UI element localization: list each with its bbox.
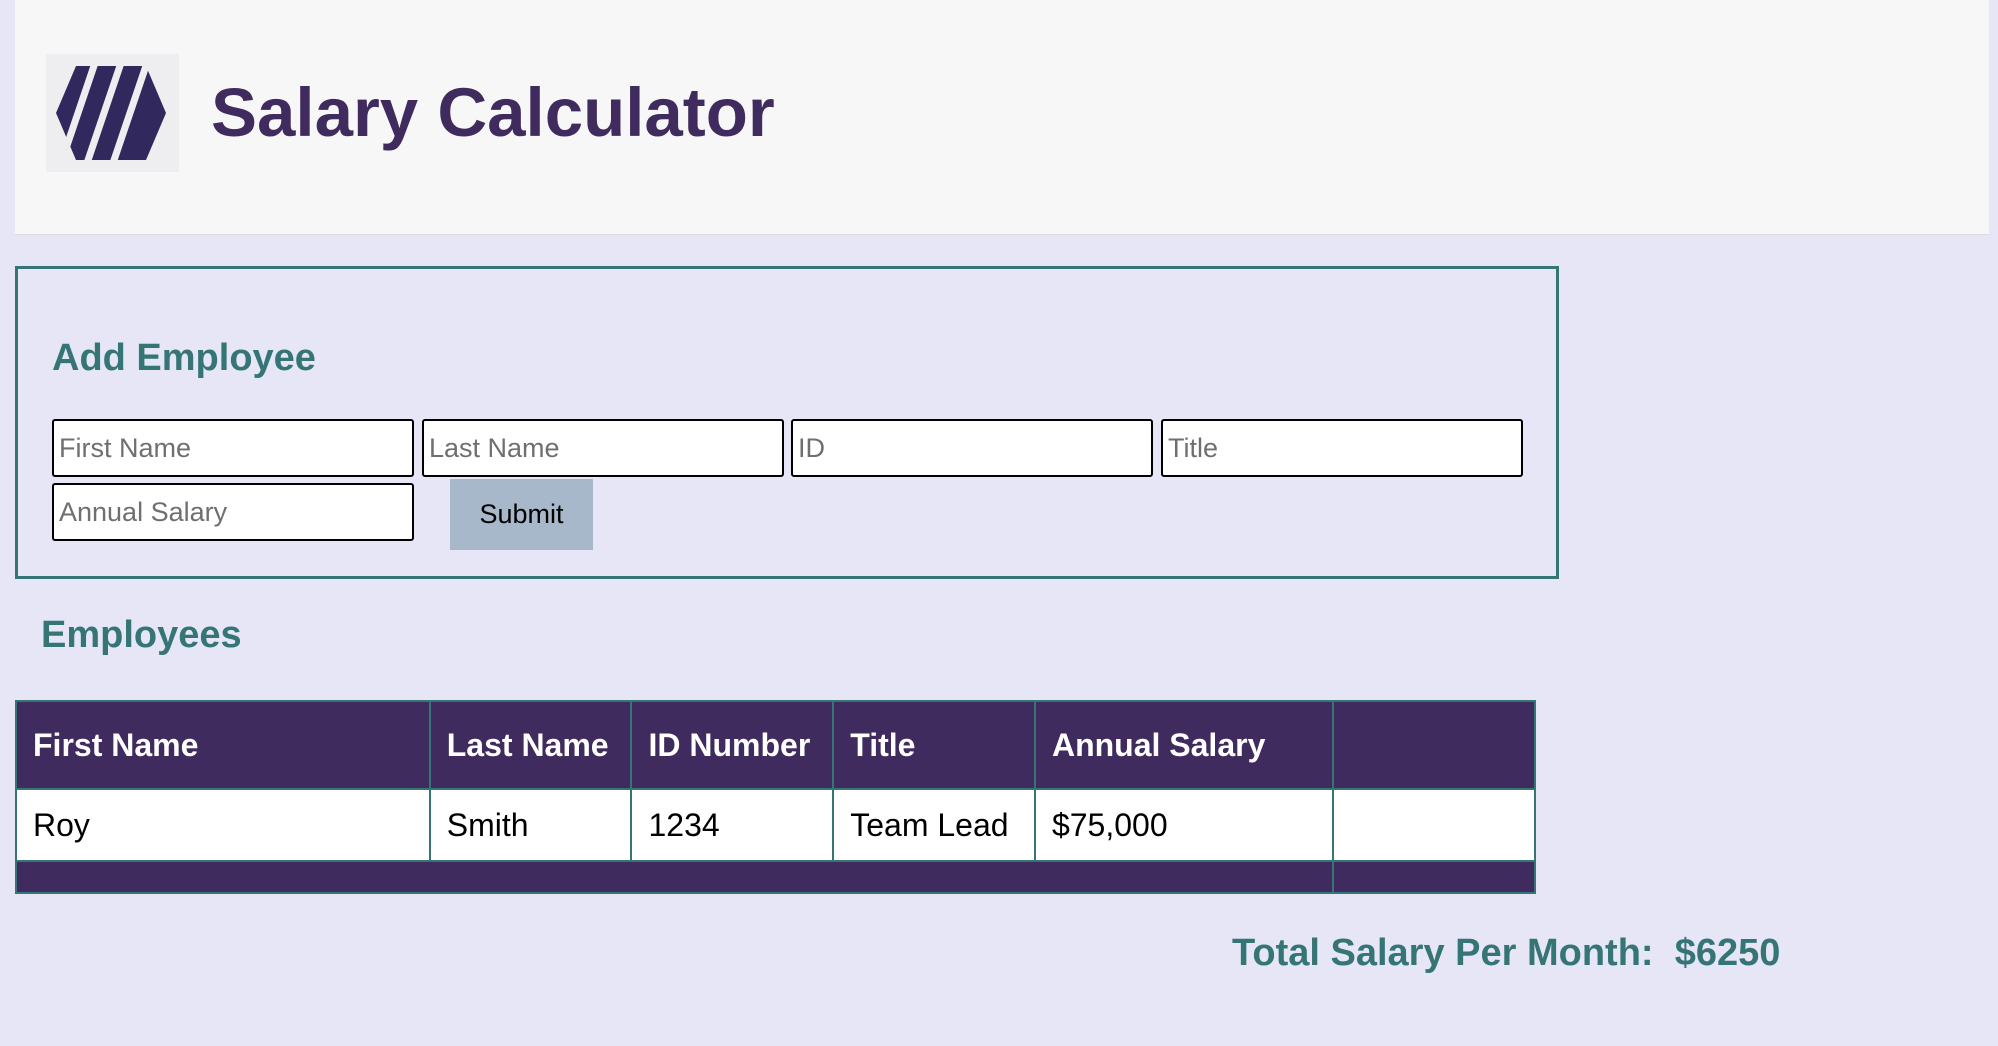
cell-annual-salary: $75,000 [1033, 788, 1335, 862]
employees-table: First Name Last Name ID Number Title Ann… [14, 700, 1536, 894]
app-header: Salary Calculator [15, 0, 1989, 235]
table-footer-row [14, 860, 1536, 894]
id-input[interactable] [791, 419, 1153, 477]
logo [46, 54, 179, 172]
submit-button[interactable]: Submit [450, 479, 593, 550]
total-salary-per-month: Total Salary Per Month: $6250 [1232, 932, 1780, 975]
column-header-id-number: ID Number [630, 700, 835, 790]
page-title: Salary Calculator [211, 74, 775, 151]
cell-last-name: Smith [428, 788, 633, 862]
column-header-annual-salary: Annual Salary [1033, 700, 1335, 790]
add-employee-form: Add Employee Submit [15, 266, 1559, 579]
column-header-title: Title [832, 700, 1036, 790]
table-row: Roy Smith 1234 Team Lead $75,000 [15, 788, 1536, 862]
cell-id-number: 1234 [630, 788, 835, 862]
total-value: $6250 [1674, 932, 1781, 974]
table-footer-cell [14, 860, 1335, 894]
cell-first-name: Roy [15, 788, 431, 862]
title-input[interactable] [1161, 419, 1523, 477]
cell-title: Team Lead [832, 788, 1036, 862]
total-label: Total Salary Per Month: [1232, 932, 1654, 974]
add-employee-heading: Add Employee [52, 337, 316, 379]
annual-salary-input[interactable] [52, 483, 414, 541]
cell-actions [1332, 788, 1536, 862]
column-header-first-name: First Name [15, 700, 431, 790]
column-header-actions [1332, 700, 1536, 790]
last-name-input[interactable] [422, 419, 784, 477]
table-header-row: First Name Last Name ID Number Title Ann… [15, 700, 1536, 790]
table-footer-cell [1332, 860, 1536, 894]
column-header-last-name: Last Name [428, 700, 633, 790]
hexagon-stripes-logo-icon [54, 54, 166, 172]
employees-heading: Employees [41, 614, 242, 656]
first-name-input[interactable] [52, 419, 414, 477]
